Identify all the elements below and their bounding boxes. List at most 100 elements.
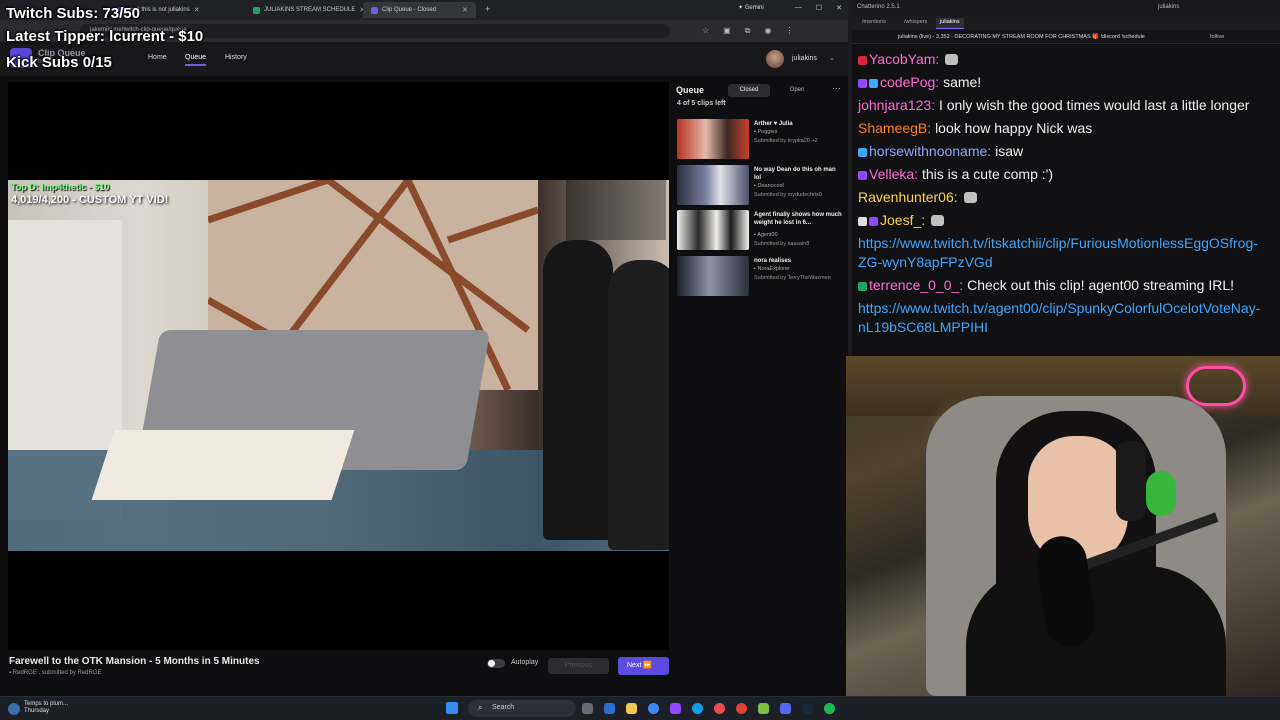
chat-window: Chatterino 2.5.1 juliakins /mentions /wh… [852, 0, 1280, 356]
app-icon[interactable] [758, 703, 769, 714]
obs-icon[interactable] [714, 703, 725, 714]
previous-button[interactable]: Previous [548, 658, 609, 674]
browser-tab-label: Clip Queue - Closed [382, 7, 437, 13]
weather-icon[interactable] [8, 703, 20, 715]
autoplay-toggle[interactable] [487, 659, 505, 668]
badge-icon[interactable] [858, 79, 867, 88]
queue-thumbnail [677, 210, 749, 250]
chat-message: terrence_0_0_: Check out this clip! agen… [858, 276, 1274, 295]
video-bench [91, 430, 355, 500]
video-person [608, 260, 669, 550]
gemini-button[interactable]: ✦ Gemini [738, 4, 764, 11]
queue-item-channel: ▪ Agent00 [754, 232, 778, 238]
weather-widget[interactable]: Temps to plum... Thursday [24, 701, 68, 715]
star-icon[interactable]: ☆ [702, 26, 709, 36]
clip-title: Farewell to the OTK Mansion - 5 Months i… [9, 656, 260, 667]
chat-username[interactable]: Ravenhunter06: [858, 189, 958, 205]
profile-icon[interactable]: ◉ [764, 26, 771, 36]
chrome-icon[interactable] [648, 703, 659, 714]
chat-username[interactable]: codePog: [880, 74, 939, 90]
queue-item[interactable]: Arther ♥ Julia ▪ Poggies Submitted by kr… [677, 119, 843, 161]
chat-username[interactable]: ShameegB: [858, 120, 931, 136]
chat-username[interactable]: terrence_0_0_: [869, 277, 963, 293]
discord-icon[interactable] [780, 703, 791, 714]
tab-juliakins[interactable]: juliakins [936, 18, 964, 29]
channel-name: Deanocool [757, 183, 784, 189]
video-frame[interactable]: Top D: imp4thetic - $10 4,019/4,200 - CU… [8, 180, 669, 551]
kick-subs-overlay: Kick Subs 0/15 [6, 54, 112, 71]
chat-text: look how happy Nick was [935, 120, 1093, 136]
tab-mentions[interactable]: /mentions [858, 18, 890, 29]
extensions-icon[interactable]: ▣ [723, 26, 731, 36]
queue-item[interactable]: Agent finally shows how much weight he l… [677, 210, 843, 252]
channel-name: NoraExplorer [757, 266, 790, 272]
channel-header: juliakins (live) - 3,352 - DECORATING MY… [898, 34, 1145, 40]
video-person [543, 240, 613, 540]
tab-whispers[interactable]: /whispers [900, 18, 931, 29]
queue-item[interactable]: No way Dean do this oh man lol ▪ Deanoco… [677, 165, 843, 207]
taskbar-search[interactable]: ⌕ Search [468, 700, 576, 717]
badge-icon[interactable] [869, 79, 878, 88]
queue-thumbnail [677, 256, 749, 296]
video-goal-text: 4,019/4,200 - CUSTOM YT VID! [11, 194, 169, 206]
new-tab-icon[interactable]: + [485, 4, 490, 14]
chat-account[interactable]: juliakins [1158, 4, 1179, 10]
edge-icon[interactable] [692, 703, 703, 714]
more-icon[interactable]: ⋯ [832, 83, 841, 94]
window-controls: — ☐ ✕ [795, 4, 842, 12]
chat-username[interactable]: johnjara123: [858, 97, 935, 113]
chat-username[interactable]: Velleka: [869, 166, 918, 182]
chat-link[interactable]: https://www.twitch.tv/itskatchii/clip/Fu… [858, 235, 1258, 270]
queue-title: Queue [676, 85, 705, 95]
chat-text: I only wish the good times would last a … [938, 97, 1250, 113]
chat-message: https://www.twitch.tv/itskatchii/clip/Fu… [858, 234, 1274, 272]
badge-icon[interactable] [858, 282, 867, 291]
close-icon[interactable]: ✕ [462, 6, 468, 14]
puzzle-icon[interactable]: ⧉ [745, 26, 751, 36]
queue-closed-button[interactable]: Closed [728, 84, 770, 97]
task-view-icon[interactable] [582, 703, 593, 714]
badge-icon[interactable] [858, 148, 867, 157]
badge-icon[interactable] [869, 217, 878, 226]
follow-button[interactable]: follow [1210, 34, 1224, 40]
browser-icon[interactable] [736, 703, 747, 714]
nav-home[interactable]: Home [148, 54, 167, 61]
browser-tab-2[interactable]: JULIAKINS STREAM SCHEDULE ✕ [245, 2, 373, 18]
chat-text: Check out this clip! agent00 streaming I… [967, 277, 1234, 293]
badge-icon[interactable] [858, 171, 867, 180]
nav-history[interactable]: History [225, 54, 247, 61]
close-window-icon[interactable]: ✕ [836, 4, 842, 12]
chat-username[interactable]: YacobYam: [869, 51, 939, 67]
close-icon[interactable]: ✕ [194, 6, 200, 14]
user-name[interactable]: juliakins [792, 55, 817, 62]
minimize-icon[interactable]: — [795, 4, 802, 12]
chat-message: horsewithnooname: isaw [858, 142, 1274, 161]
queue-open-button[interactable]: Open [776, 84, 818, 97]
avatar[interactable] [766, 50, 784, 68]
chat-link[interactable]: https://www.twitch.tv/agent00/clip/Spunk… [858, 300, 1260, 335]
weather-line1: Temps to plum... [24, 701, 69, 707]
next-button[interactable]: Next ⏩ [618, 657, 669, 675]
spotify-icon[interactable] [824, 703, 835, 714]
headset [1116, 441, 1146, 521]
browser-tab-3[interactable]: Clip Queue - Closed ✕ [363, 2, 476, 18]
nav-queue[interactable]: Queue [185, 54, 207, 66]
chat-split-header: juliakins (live) - 3,352 - DECORATING MY… [852, 30, 1280, 44]
menu-icon[interactable]: ⋮ [785, 26, 793, 36]
next-label: Next [627, 662, 642, 669]
file-explorer-icon[interactable] [626, 703, 637, 714]
badge-icon[interactable] [858, 56, 867, 65]
maximize-icon[interactable]: ☐ [816, 4, 822, 12]
twitch-icon[interactable] [670, 703, 681, 714]
queue-item-submitter: Submitted by kassain8 [754, 241, 810, 247]
gemini-label: Gemini [744, 5, 764, 11]
badge-icon[interactable] [858, 217, 867, 226]
queue-item[interactable]: nora realises ▪ NoraExplorer Submitted b… [677, 256, 843, 298]
chat-username[interactable]: Joesf_: [880, 212, 925, 228]
windows-start-icon[interactable] [446, 702, 458, 714]
autoplay-label: Autoplay [511, 659, 539, 666]
chevron-down-icon[interactable]: ⌄ [829, 54, 835, 62]
chat-username[interactable]: horsewithnooname: [869, 143, 991, 159]
steam-icon[interactable] [802, 703, 813, 714]
app-icon[interactable] [604, 703, 615, 714]
